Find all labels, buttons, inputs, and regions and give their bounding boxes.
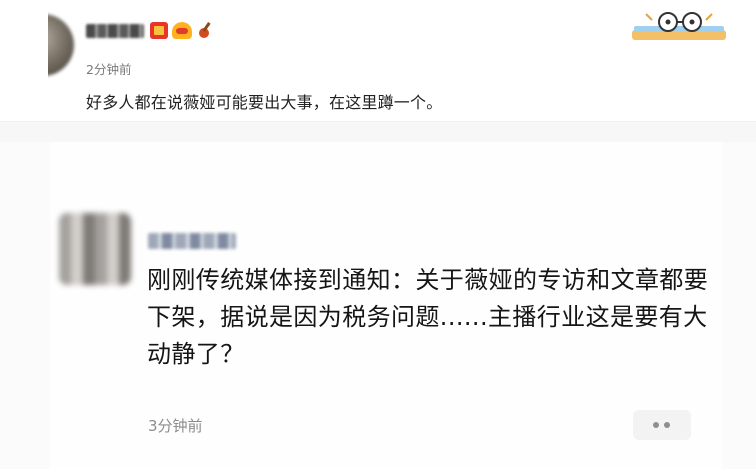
dot-icon	[664, 422, 670, 428]
post-content: 好多人都在说薇娅可能要出大事，在这里蹲一个。	[86, 93, 443, 112]
avatar-crop	[0, 0, 48, 122]
more-options-button[interactable]	[633, 410, 691, 440]
dot-icon	[653, 422, 659, 428]
post-time: 2分钟前	[86, 62, 132, 77]
section-gap	[0, 122, 756, 142]
screenshot-content: 刚刚传统媒体接到通知：关于薇娅的专访和文章都要下架，据说是因为税务问题.....…	[147, 266, 709, 368]
red-envelope-icon	[150, 22, 168, 39]
glasses-sticker-icon	[632, 12, 726, 40]
username-blurred[interactable]	[148, 233, 236, 249]
screenshot-time: 3分钟前	[148, 417, 203, 435]
comment-post: 2分钟前 好多人都在说薇娅可能要出大事，在这里蹲一个。	[0, 0, 756, 122]
fire-hat-icon	[172, 22, 192, 39]
avatar[interactable]	[59, 213, 131, 285]
guitar-icon	[197, 22, 213, 38]
username-blurred[interactable]	[86, 24, 144, 38]
